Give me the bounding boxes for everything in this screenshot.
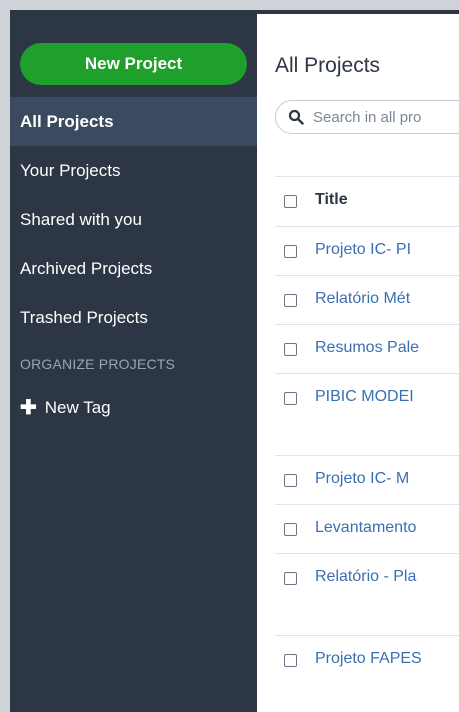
organize-projects-heading: ORGANIZE PROJECTS <box>20 356 176 372</box>
row-checkbox[interactable] <box>284 654 297 667</box>
table-row: Levantamento <box>275 505 459 554</box>
sidebar: New Project All Projects Your Projects S… <box>10 10 257 712</box>
row-checkbox[interactable] <box>284 294 297 307</box>
app-window: New Project All Projects Your Projects S… <box>10 10 459 712</box>
new-tag-label: New Tag <box>44 398 111 417</box>
new-tag-button[interactable]: ✚ New Tag <box>10 396 257 420</box>
row-checkbox[interactable] <box>284 523 297 536</box>
select-all-checkbox[interactable] <box>284 195 297 208</box>
row-checkbox[interactable] <box>284 474 297 487</box>
new-project-button[interactable]: New Project <box>20 43 247 85</box>
table-row: Resumos Pale <box>275 325 459 374</box>
row-checkbox[interactable] <box>284 245 297 258</box>
row-checkbox[interactable] <box>284 572 297 585</box>
project-title-link[interactable]: Resumos Pale <box>315 339 419 357</box>
table-row: Projeto IC- PI <box>275 227 459 276</box>
table-row: Projeto IC- M <box>275 456 459 505</box>
project-title-link[interactable]: Levantamento <box>315 519 416 537</box>
row-checkbox[interactable] <box>284 392 297 405</box>
sidebar-item-your-projects[interactable]: Your Projects <box>10 146 257 195</box>
table-row: Projeto FAPES <box>275 636 459 685</box>
search-icon <box>288 109 304 125</box>
search-input[interactable] <box>313 108 433 126</box>
sidebar-nav: All Projects Your Projects Shared with y… <box>10 97 257 342</box>
search-box[interactable] <box>275 100 459 134</box>
sidebar-item-trashed-projects[interactable]: Trashed Projects <box>10 293 257 342</box>
project-title-link[interactable]: PIBIC MODEI <box>315 388 414 406</box>
sidebar-item-shared-with-you[interactable]: Shared with you <box>10 195 257 244</box>
project-title-link[interactable]: Projeto FAPES <box>315 650 422 668</box>
row-checkbox[interactable] <box>284 343 297 356</box>
project-title-link[interactable]: Relatório Mét <box>315 290 410 308</box>
table-header-row: Title <box>275 177 459 227</box>
table-row: PIBIC MODEI <box>275 374 459 456</box>
project-title-link[interactable]: Projeto IC- PI <box>315 241 411 259</box>
projects-table: Title Projeto IC- PI Relatório Mét Resum… <box>275 176 459 685</box>
sidebar-item-archived-projects[interactable]: Archived Projects <box>10 244 257 293</box>
table-row: Relatório - Pla <box>275 554 459 636</box>
title-column-header[interactable]: Title <box>315 191 348 209</box>
project-title-link[interactable]: Projeto IC- M <box>315 470 409 488</box>
page-title: All Projects <box>275 54 381 77</box>
plus-icon: ✚ <box>20 397 37 419</box>
sidebar-item-all-projects[interactable]: All Projects <box>10 97 257 146</box>
main-content: All Projects Title Projeto IC- PI Relató… <box>257 10 459 712</box>
table-row: Relatório Mét <box>275 276 459 325</box>
project-title-link[interactable]: Relatório - Pla <box>315 568 416 586</box>
